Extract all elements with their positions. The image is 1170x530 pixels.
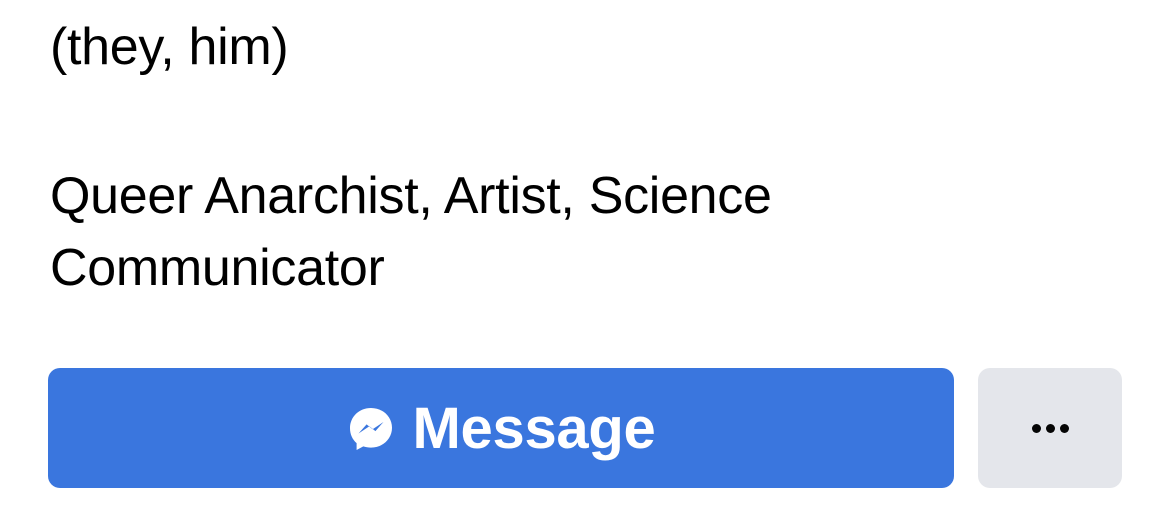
more-options-button[interactable] <box>978 368 1122 488</box>
bio-line: Communicator <box>50 239 385 297</box>
message-button-label: Message <box>412 395 656 461</box>
bio-line: Queer Anarchist, Artist, Science <box>50 167 772 225</box>
messenger-icon <box>347 405 395 453</box>
more-options-icon <box>1031 423 1069 433</box>
message-button[interactable]: Message <box>48 368 954 488</box>
profile-pronouns: (they, him) <box>50 18 289 76</box>
profile-bio: Queer Anarchist, Artist, Science Communi… <box>50 160 1050 304</box>
